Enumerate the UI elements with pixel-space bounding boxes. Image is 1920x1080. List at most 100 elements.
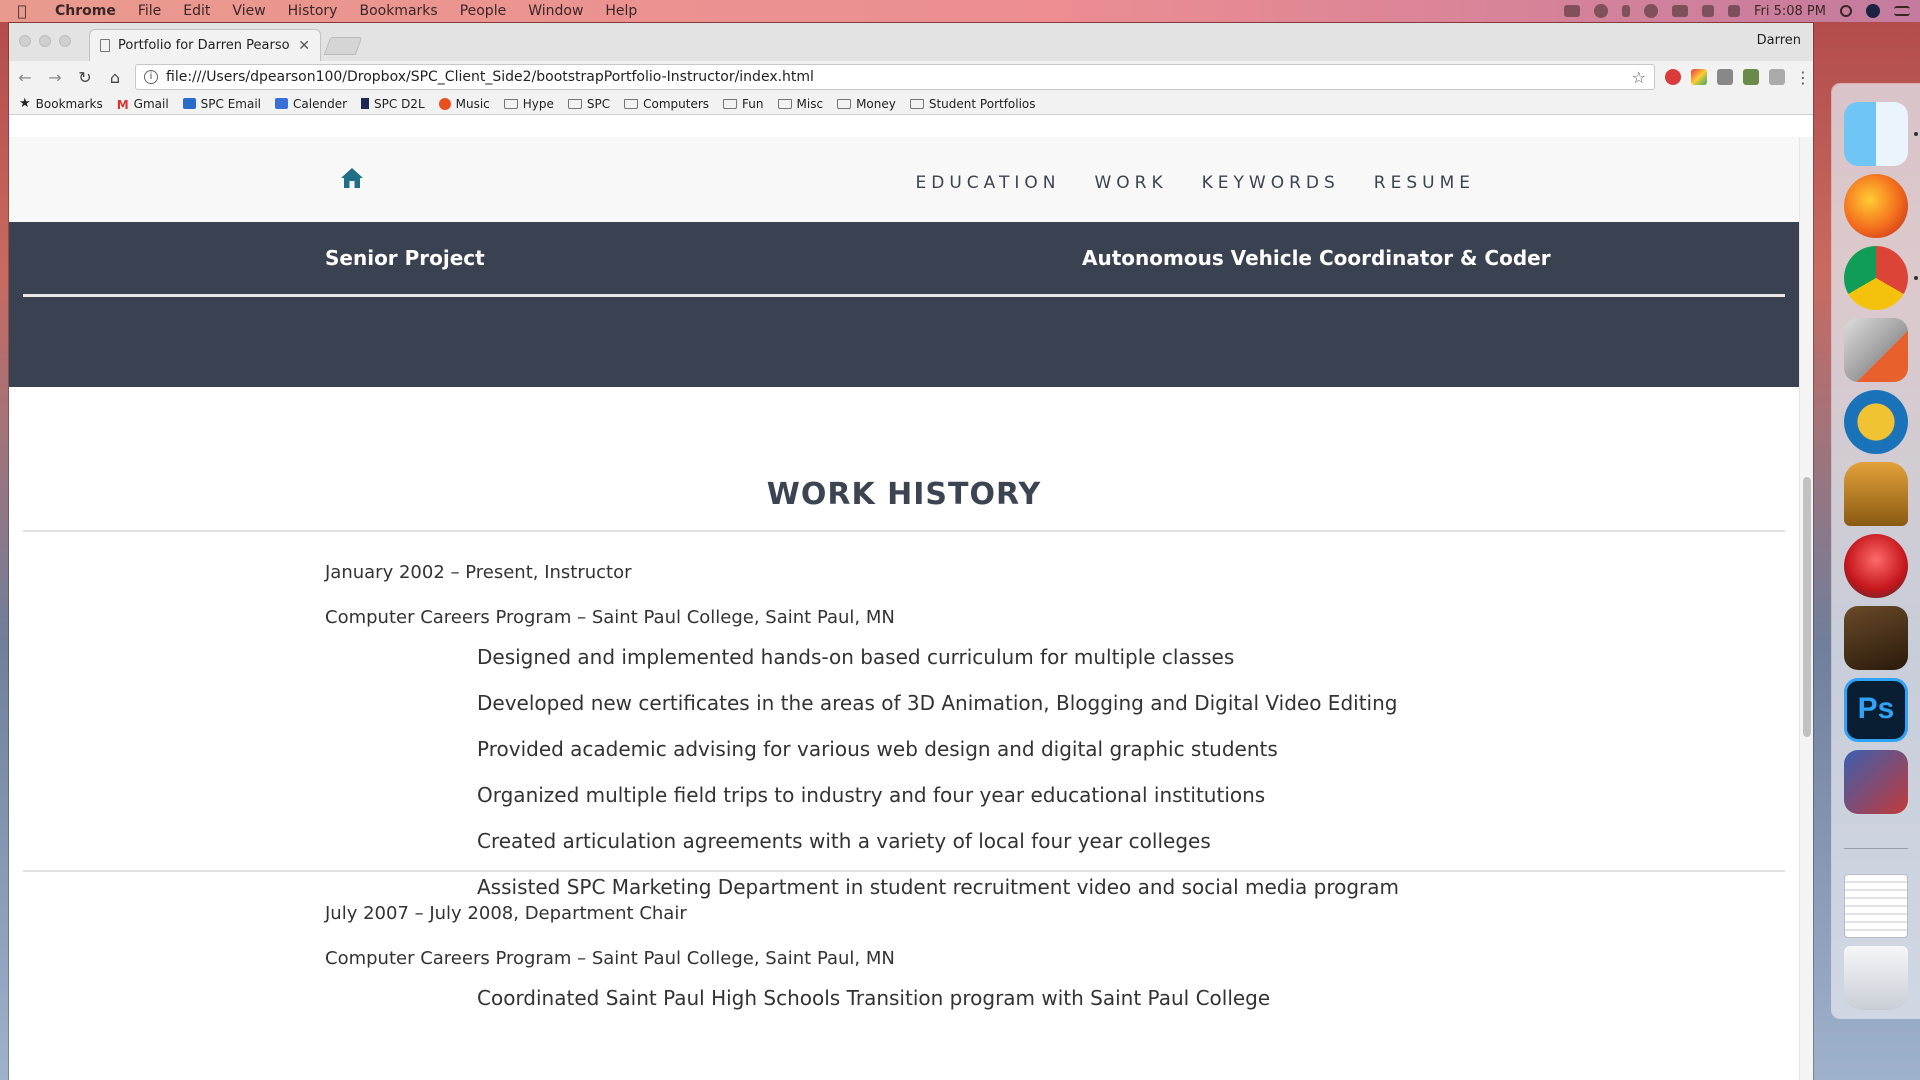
volume-icon[interactable]: [1727, 5, 1740, 17]
shield-extension-icon[interactable]: [1717, 69, 1733, 85]
opera-extension-icon[interactable]: [1665, 69, 1681, 85]
nav-link-education[interactable]: EDUCATION: [916, 173, 1061, 193]
garageband-icon[interactable]: [1844, 606, 1908, 670]
document-stack-icon[interactable]: [1844, 874, 1908, 938]
home-browser-icon[interactable]: ⌂: [105, 68, 125, 87]
wordpress-icon[interactable]: [1844, 390, 1908, 454]
bookmark-music[interactable]: Music: [438, 97, 490, 111]
dock-separator: [1844, 848, 1908, 849]
zoom-window-button[interactable]: [59, 35, 71, 47]
bookmark-misc[interactable]: Misc: [777, 97, 823, 111]
d2l-icon: [361, 98, 370, 109]
url-text[interactable]: file:///Users/dpearson100/Dropbox/SPC_Cl…: [166, 69, 1624, 85]
list-item: Designed and implemented hands-on based …: [477, 645, 1235, 669]
menu-bookmarks[interactable]: Bookmarks: [348, 3, 448, 19]
bookmark-gmail[interactable]: M Gmail: [117, 97, 169, 113]
bookmark-computers[interactable]: Computers: [624, 97, 709, 111]
active-tab[interactable]: Portfolio for Darren Pearson ✕: [89, 29, 321, 61]
game-icon[interactable]: [1844, 750, 1908, 814]
mac-dock: Ps: [1832, 84, 1920, 1018]
job-organization: Computer Careers Program – Saint Paul Co…: [325, 948, 895, 969]
info-icon[interactable]: i: [144, 70, 158, 84]
job-dates: January 2002 – Present, Instructor: [325, 562, 632, 583]
back-icon[interactable]: ←: [15, 68, 35, 87]
notification-center-icon[interactable]: [1894, 6, 1910, 16]
download-extension-icon[interactable]: [1769, 69, 1785, 85]
menu-app-chrome[interactable]: Chrome: [44, 3, 127, 19]
menu-history[interactable]: History: [277, 3, 349, 19]
eject-icon[interactable]: [1701, 5, 1714, 17]
spotlight-icon[interactable]: [1840, 5, 1852, 17]
bookmark-hype[interactable]: Hype: [503, 97, 554, 111]
menu-file[interactable]: File: [127, 3, 172, 19]
forward-icon[interactable]: →: [45, 68, 65, 87]
profile-button[interactable]: Darren: [1757, 33, 1801, 48]
close-window-button[interactable]: [19, 35, 31, 47]
bookmark-fun[interactable]: Fun: [723, 97, 764, 111]
trash-icon[interactable]: [1844, 946, 1908, 1010]
photoshop-icon[interactable]: Ps: [1844, 678, 1908, 742]
finder-icon[interactable]: [1844, 102, 1908, 166]
bookmark-spc[interactable]: SPC: [567, 97, 610, 111]
menu-view[interactable]: View: [221, 3, 276, 19]
bookmark-bookmarks[interactable]: ★ Bookmarks: [19, 96, 103, 111]
bookmark-star-icon[interactable]: ☆: [1632, 68, 1646, 87]
transmit-icon[interactable]: [1844, 462, 1908, 526]
list-item: Coordinated Saint Paul High Schools Tran…: [477, 986, 1271, 1010]
bookmark-student-portfolios[interactable]: Student Portfolios: [909, 97, 1036, 111]
job-organization: Computer Careers Program – Saint Paul Co…: [325, 607, 895, 628]
close-tab-icon[interactable]: ✕: [298, 38, 310, 54]
siri-icon[interactable]: [1866, 4, 1880, 18]
firefox-icon[interactable]: [1844, 174, 1908, 238]
reload-icon[interactable]: ↻: [75, 68, 95, 87]
folder-icon: [909, 98, 924, 109]
scrollbar-thumb[interactable]: [1803, 477, 1811, 737]
page-scrollbar[interactable]: [1799, 137, 1813, 1080]
bookmark-spc-email[interactable]: SPC Email: [182, 97, 261, 111]
menu-people[interactable]: People: [449, 3, 518, 19]
html5-editor-icon[interactable]: [1844, 318, 1908, 382]
chrome-icon[interactable]: [1844, 246, 1908, 310]
menubar-clock[interactable]: Fri 5:08 PM: [1754, 4, 1826, 19]
home-icon[interactable]: [340, 167, 364, 189]
wifi-icon[interactable]: [1643, 4, 1658, 18]
airplay-icon[interactable]: [1671, 5, 1688, 17]
job-divider: [23, 870, 1785, 872]
browser-window: Portfolio for Darren Pearson ✕ Darren ← …: [9, 23, 1813, 1080]
running-indicator: [1914, 276, 1918, 280]
menu-kebab-icon[interactable]: ⋮: [1795, 68, 1811, 87]
minimize-window-button[interactable]: [39, 35, 51, 47]
status-area: Fri 5:08 PM: [1563, 0, 1910, 22]
new-tab-button[interactable]: [323, 37, 363, 55]
outlook-icon: [182, 98, 196, 109]
folder-icon: [567, 98, 582, 109]
menu-edit[interactable]: Edit: [172, 3, 221, 19]
nav-link-resume[interactable]: RESUME: [1374, 173, 1475, 193]
project-header-band: Senior Project Autonomous Vehicle Coordi…: [9, 222, 1799, 387]
bluetooth-icon[interactable]: [1621, 5, 1630, 17]
crossover-icon[interactable]: [1844, 534, 1908, 598]
nav-link-work[interactable]: WORK: [1094, 173, 1167, 193]
page-icon: [100, 39, 110, 52]
apple-menu-icon[interactable]: : [0, 2, 44, 20]
address-bar[interactable]: i file:///Users/dpearson100/Dropbox/SPC_…: [135, 64, 1655, 90]
bookmark-spc-d2l[interactable]: SPC D2L: [361, 97, 425, 111]
nav-link-keywords[interactable]: KEYWORDS: [1202, 173, 1340, 193]
creative-cloud-icon[interactable]: [1593, 4, 1608, 18]
header-divider: [23, 294, 1785, 297]
menu-help[interactable]: Help: [594, 3, 648, 19]
menu-window[interactable]: Window: [517, 3, 594, 19]
tab-title: Portfolio for Darren Pearson: [118, 38, 291, 53]
bookmark-money[interactable]: Money: [837, 97, 896, 111]
browser-toolbar: ← → ↻ ⌂ i file:///Users/dpearson100/Drop…: [9, 61, 1813, 93]
job-dates: July 2007 – July 2008, Department Chair: [325, 903, 687, 924]
colorzilla-extension-icon[interactable]: [1691, 69, 1707, 85]
job-entry: January 2002 – Present, Instructor Compu…: [325, 562, 1725, 922]
music-icon: [438, 97, 451, 110]
dropbox-icon[interactable]: [1563, 5, 1580, 17]
list-item: Provided academic advising for various w…: [477, 737, 1278, 761]
image-extension-icon[interactable]: [1743, 69, 1759, 85]
section-divider: [23, 530, 1785, 532]
folder-icon: [777, 98, 792, 109]
bookmark-calender[interactable]: Calender: [275, 97, 347, 111]
